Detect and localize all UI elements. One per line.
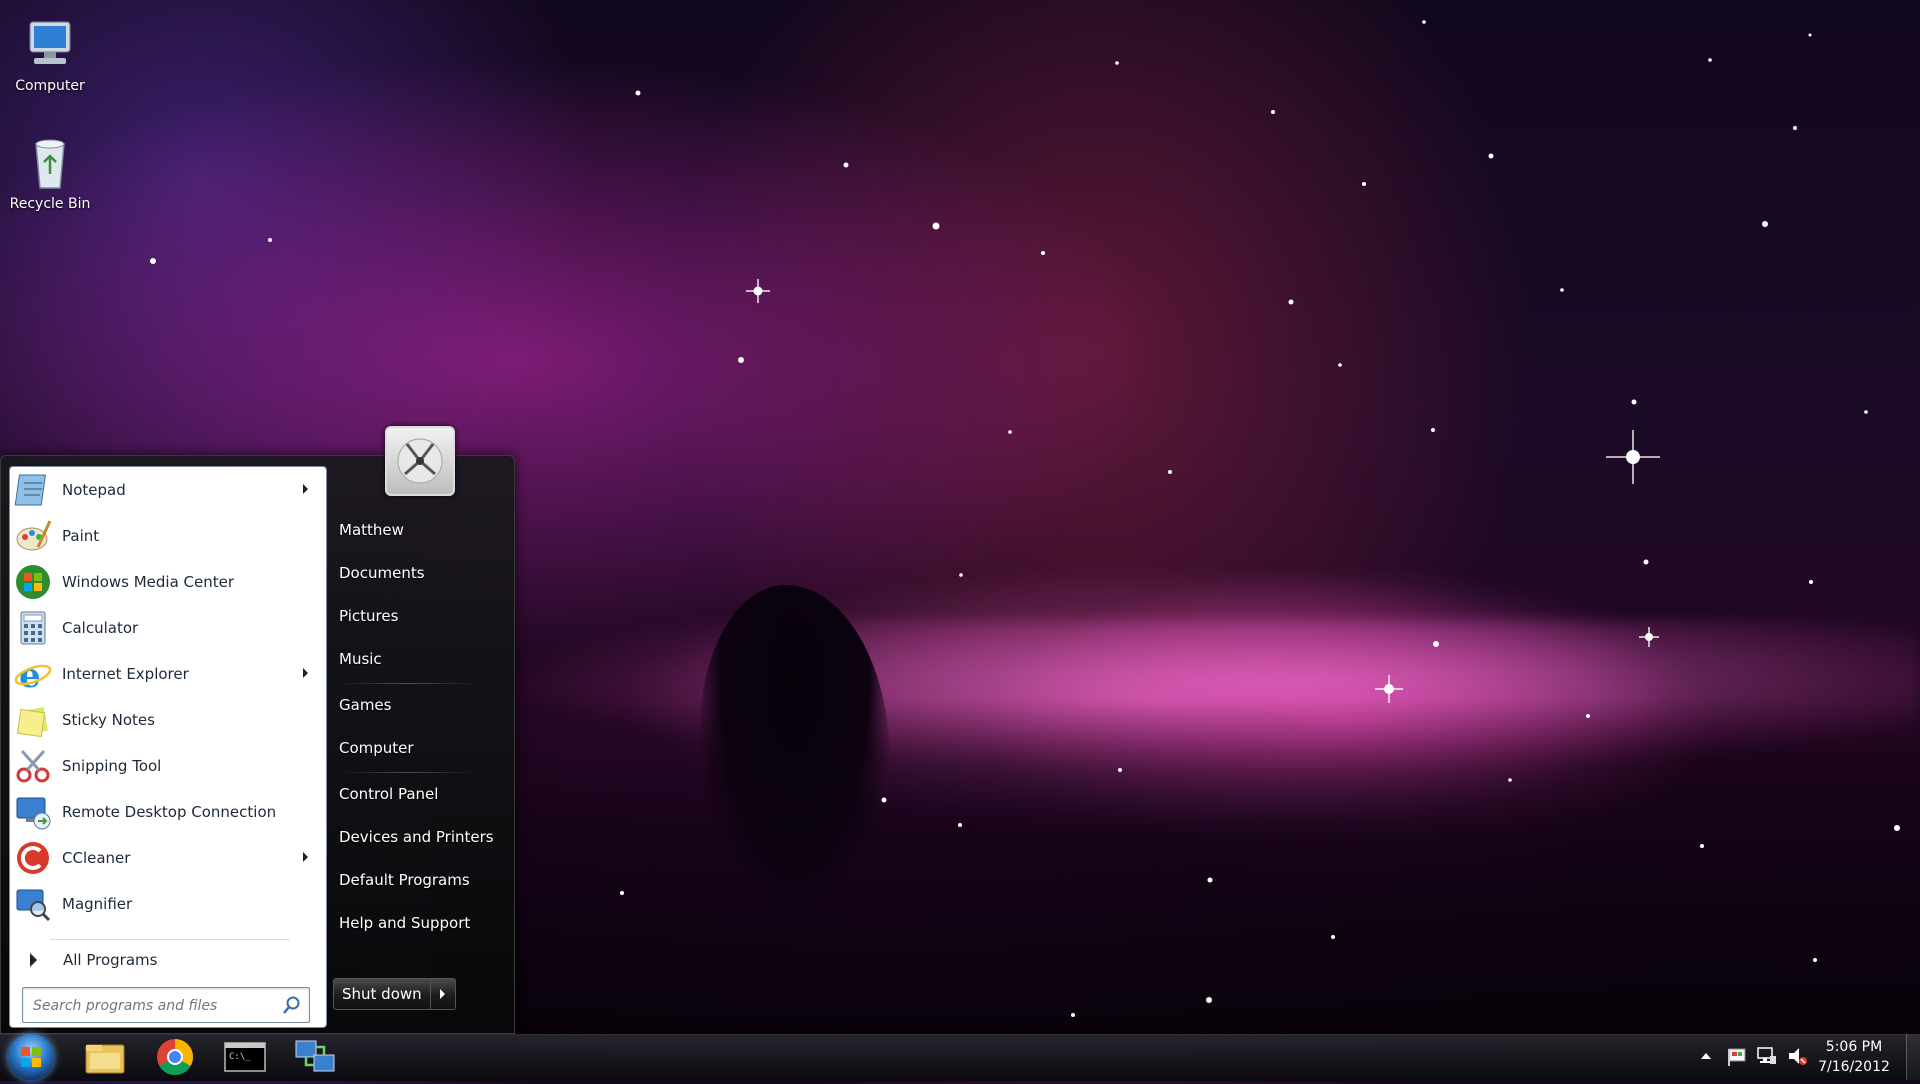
submenu-arrow-icon[interactable] — [303, 668, 308, 678]
start-link-help-and-support[interactable]: Help and Support — [339, 914, 470, 932]
start-link-default-programs[interactable]: Default Programs — [339, 871, 470, 889]
program-label: Notepad — [62, 481, 126, 499]
program-paint[interactable]: Paint — [14, 514, 322, 558]
search-input[interactable] — [31, 990, 275, 1022]
program-windows-media-center[interactable]: Windows Media Center — [14, 560, 322, 604]
wallpaper-dark-cloud — [430, 700, 1920, 1040]
start-link-pictures[interactable]: Pictures — [339, 607, 398, 625]
desktop-icon-computer[interactable]: Computer — [2, 16, 98, 94]
tray-action-center[interactable] — [1726, 1044, 1748, 1068]
ccleaner-icon — [14, 839, 52, 877]
scissors-icon — [14, 747, 52, 785]
program-label: Sticky Notes — [62, 711, 155, 729]
program-ccleaner[interactable]: CCleaner — [14, 836, 322, 880]
user-avatar[interactable] — [385, 426, 455, 496]
expand-arrow-icon — [30, 953, 37, 967]
volume-muted-icon — [1789, 1048, 1807, 1065]
shutdown-options-arrow-icon[interactable] — [431, 979, 455, 1009]
start-link-music[interactable]: Music — [339, 650, 382, 668]
submenu-arrow-icon[interactable] — [303, 484, 308, 494]
separator — [336, 772, 480, 773]
shutdown-control: Shut down — [333, 978, 456, 1010]
program-calculator[interactable]: Calculator — [14, 606, 322, 650]
network-app-icon — [295, 1040, 335, 1072]
magnifier-icon — [14, 885, 52, 923]
program-label: Snipping Tool — [62, 757, 162, 775]
flag-icon — [1728, 1048, 1746, 1066]
calculator-icon — [14, 609, 52, 647]
chevron-up-icon — [1701, 1053, 1711, 1059]
all-programs-label: All Programs — [63, 951, 158, 969]
tray-show-hidden-icons[interactable] — [1698, 1044, 1714, 1068]
notepad-icon — [14, 471, 52, 509]
program-notepad[interactable]: Notepad — [14, 468, 322, 512]
taskbar-chrome[interactable] — [146, 1037, 204, 1077]
program-sticky-notes[interactable]: Sticky Notes — [14, 698, 322, 742]
tray-volume[interactable] — [1786, 1044, 1808, 1068]
network-icon — [1757, 1047, 1776, 1064]
computer-icon — [20, 16, 80, 74]
user-picture-icon — [397, 438, 443, 484]
tray-network[interactable] — [1756, 1044, 1778, 1068]
desktop-icon-label: Computer — [15, 78, 85, 94]
show-desktop-button[interactable] — [1906, 1034, 1920, 1080]
program-snipping-tool[interactable]: Snipping Tool — [14, 744, 322, 788]
program-magnifier[interactable]: Magnifier — [14, 882, 322, 926]
desktop-icon-label: Recycle Bin — [9, 196, 91, 212]
desktop-icon-recycle-bin[interactable]: Recycle Bin — [2, 134, 98, 212]
taskbar-command-prompt[interactable]: C:\_ — [216, 1037, 274, 1077]
program-remote-desktop-connection[interactable]: Remote Desktop Connection — [14, 790, 322, 834]
program-label: Remote Desktop Connection — [62, 803, 277, 821]
search-box[interactable] — [22, 987, 310, 1023]
program-label: Calculator — [62, 619, 139, 637]
submenu-arrow-icon[interactable] — [303, 852, 308, 862]
program-label: Windows Media Center — [62, 573, 235, 591]
program-internet-explorer[interactable]: e Internet Explorer — [14, 652, 322, 696]
start-link-user[interactable]: Matthew — [339, 521, 404, 539]
taskbar-clock[interactable]: 5:06 PM 7/16/2012 — [1812, 1037, 1896, 1077]
svg-text:e: e — [19, 656, 41, 693]
all-programs-button[interactable]: All Programs — [24, 943, 314, 977]
separator — [50, 939, 290, 940]
paint-icon — [14, 517, 52, 555]
program-label: Magnifier — [62, 895, 133, 913]
start-link-documents[interactable]: Documents — [339, 564, 425, 582]
windows-logo-icon — [21, 1047, 41, 1067]
sticky-notes-icon — [14, 701, 52, 739]
internet-explorer-icon: e — [14, 655, 52, 696]
search-icon[interactable] — [282, 995, 302, 1015]
program-label: Internet Explorer — [62, 665, 189, 683]
start-menu: Notepad Paint Windows Media Center Calcu… — [0, 455, 515, 1034]
taskbar-windows-explorer[interactable] — [76, 1037, 134, 1077]
start-link-control-panel[interactable]: Control Panel — [339, 785, 438, 803]
start-link-computer[interactable]: Computer — [339, 739, 414, 757]
command-prompt-icon: C:\_ — [224, 1042, 266, 1072]
clock-time: 5:06 PM — [1825, 1039, 1883, 1055]
taskbar-network-app[interactable] — [286, 1037, 344, 1077]
remote-desktop-icon — [14, 793, 52, 831]
svg-text:C:\_: C:\_ — [229, 1052, 251, 1062]
media-center-icon — [14, 563, 52, 601]
clock-date: 7/16/2012 — [1818, 1059, 1890, 1075]
program-label: Paint — [62, 527, 100, 545]
program-label: CCleaner — [62, 849, 131, 867]
start-link-devices-and-printers[interactable]: Devices and Printers — [339, 828, 494, 846]
start-button[interactable] — [8, 1034, 54, 1080]
start-link-games[interactable]: Games — [339, 696, 391, 714]
recycle-bin-icon — [20, 134, 80, 192]
separator — [336, 683, 480, 684]
chrome-icon — [157, 1039, 194, 1076]
shutdown-button[interactable]: Shut down — [334, 979, 431, 1009]
start-menu-programs-pane: Notepad Paint Windows Media Center Calcu… — [9, 466, 327, 1028]
windows-explorer-icon — [85, 1044, 125, 1074]
